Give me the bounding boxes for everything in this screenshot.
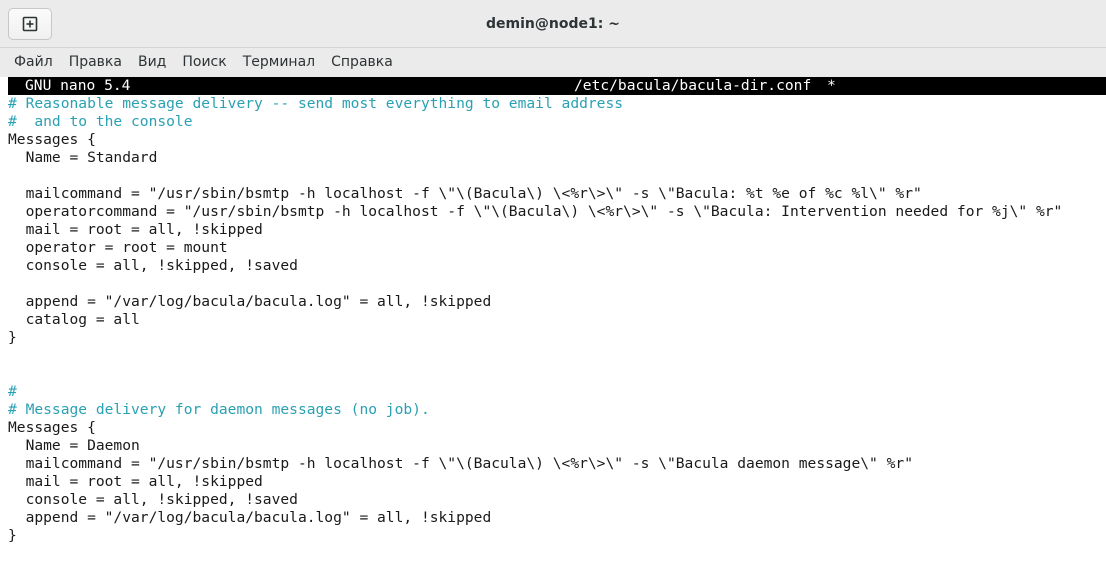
comment-line: # xyxy=(8,383,17,400)
code-line: append = "/var/log/bacula/bacula.log" = … xyxy=(8,293,492,310)
code-line: } xyxy=(8,329,17,346)
code-line: Name = Standard xyxy=(8,149,158,166)
code-line: console = all, !skipped, !saved xyxy=(8,257,298,274)
comment-line: # and to the console xyxy=(8,113,193,130)
nano-title-bar: GNU nano 5.4 /etc/bacula/bacula-dir.conf… xyxy=(8,77,1106,95)
comment-line: # Reasonable message delivery -- send mo… xyxy=(8,95,624,112)
code-line: Name = Daemon xyxy=(8,437,140,454)
menu-terminal[interactable]: Терминал xyxy=(235,48,323,77)
code-line: append = "/var/log/bacula/bacula.log" = … xyxy=(8,509,492,526)
title-bar: demin@node1: ~ xyxy=(0,0,1106,48)
code-line: mailcommand = "/usr/sbin/bsmtp -h localh… xyxy=(8,185,922,202)
code-line: mail = root = all, !skipped xyxy=(8,473,263,490)
code-line: operator = root = mount xyxy=(8,239,228,256)
code-line: mail = root = all, !skipped xyxy=(8,221,263,238)
menu-search[interactable]: Поиск xyxy=(174,48,234,77)
menu-bar: Файл Правка Вид Поиск Терминал Справка xyxy=(0,48,1106,77)
code-line: } xyxy=(8,527,17,544)
nano-modified-marker: * xyxy=(827,77,836,94)
code-line: catalog = all xyxy=(8,311,140,328)
menu-edit[interactable]: Правка xyxy=(61,48,130,77)
nano-version: GNU nano 5.4 xyxy=(25,77,131,94)
nano-filename: /etc/bacula/bacula-dir.conf xyxy=(574,77,812,94)
code-line: console = all, !skipped, !saved xyxy=(8,491,298,508)
code-line: Messages { xyxy=(8,131,96,148)
editor-text-area[interactable]: # Reasonable message delivery -- send mo… xyxy=(8,95,1106,545)
code-line: operatorcommand = "/usr/sbin/bsmtp -h lo… xyxy=(8,203,1063,220)
code-line: mailcommand = "/usr/sbin/bsmtp -h localh… xyxy=(8,455,913,472)
terminal-window: demin@node1: ~ Файл Правка Вид Поиск Тер… xyxy=(0,0,1106,563)
comment-line: # Message delivery for daemon messages (… xyxy=(8,401,430,418)
window-title: demin@node1: ~ xyxy=(486,16,620,32)
new-tab-button[interactable] xyxy=(8,8,52,40)
menu-view[interactable]: Вид xyxy=(130,48,174,77)
new-tab-icon xyxy=(22,16,38,32)
terminal-area[interactable]: GNU nano 5.4 /etc/bacula/bacula-dir.conf… xyxy=(8,77,1106,563)
menu-file[interactable]: Файл xyxy=(6,48,61,77)
menu-help[interactable]: Справка xyxy=(323,48,401,77)
code-line: Messages { xyxy=(8,419,96,436)
